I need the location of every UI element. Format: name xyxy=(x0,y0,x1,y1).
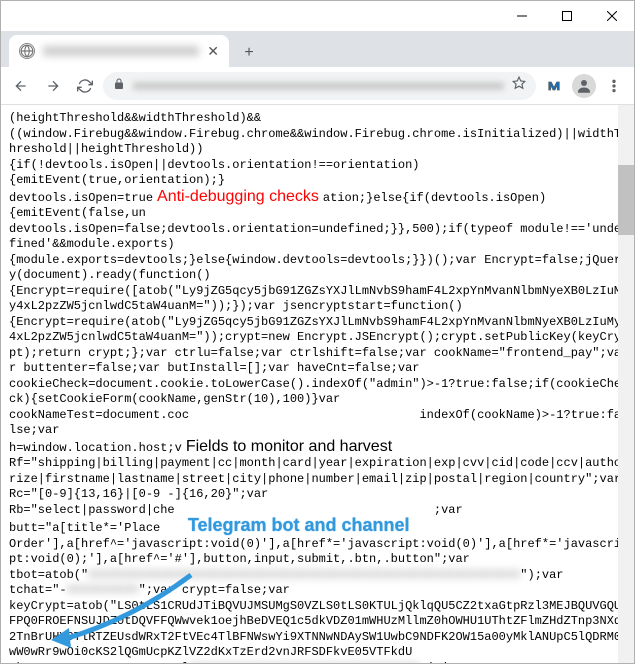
browser-toolbar xyxy=(1,67,634,105)
code-line: cookieCheck=document.cookie.toLowerCase(… xyxy=(9,377,624,408)
code-line: {Encrypt=require([atob("Ly9jZG5qcy5jbG91… xyxy=(9,284,624,315)
bookmark-star-icon[interactable] xyxy=(512,76,526,95)
code-line: tbot=atob("XXXXXXXXXXXXXXXXXXXXXXXXXXXXX… xyxy=(9,568,624,584)
code-line: devtools.isOpen=trueAnti-debugging check… xyxy=(9,189,624,207)
code-line: {emitEvent(true,orientation);} xyxy=(9,173,624,189)
code-line: (heightThreshold&&widthThreshold)&& xyxy=(9,111,624,127)
page-content: (heightThreshold&&widthThreshold)&& ((wi… xyxy=(1,105,634,663)
tab-title xyxy=(43,46,199,56)
window-titlebar xyxy=(1,1,634,31)
globe-icon xyxy=(19,43,35,59)
window-close-button[interactable] xyxy=(589,1,634,31)
malwarebytes-extension-icon[interactable] xyxy=(540,72,568,100)
annotation-anti-debugging: Anti-debugging checks xyxy=(153,188,323,205)
redacted-bot-token: XXXXXXXXXXXXXXXXXXXXXXXXXXXXXXXXXXXXXXXX… xyxy=(88,568,520,582)
annotation-fields-monitor: Fields to monitor and harvest xyxy=(182,438,396,455)
code-line: Order'],a[href^='javascript:void(0)'],a[… xyxy=(9,537,624,568)
code-line: butt="a[title*='Place Telegram bot and c… xyxy=(9,518,624,537)
telegram-arrow-annotation xyxy=(51,610,201,663)
forward-button[interactable] xyxy=(39,72,67,100)
code-line: h=window.location.host;vFields to monito… xyxy=(9,439,624,457)
browser-tab[interactable]: ✕ xyxy=(9,35,229,67)
scrollbar-thumb[interactable] xyxy=(618,165,634,235)
code-line: {if(!devtools.isOpen||devtools.orientati… xyxy=(9,158,624,174)
code-line: devtools.isOpen=false;devtools.orientati… xyxy=(9,222,624,253)
profile-avatar-button[interactable] xyxy=(572,74,596,98)
tab-strip: ✕ + xyxy=(1,31,634,67)
reload-button[interactable] xyxy=(71,72,99,100)
tab-close-button[interactable]: ✕ xyxy=(207,43,219,60)
code-line: {Encrypt=require(atob("Ly9jZG5qcy5jbG91Z… xyxy=(9,315,624,377)
browser-window: ✕ + (heightThreshold&&widthThreshold)&& … xyxy=(0,0,635,664)
code-line: Rf="shipping|billing|payment|cc|month|ca… xyxy=(9,456,624,503)
back-button[interactable] xyxy=(7,72,35,100)
window-maximize-button[interactable] xyxy=(544,1,589,31)
code-line: {module.exports=devtools;}else{window.de… xyxy=(9,253,624,284)
new-tab-button[interactable]: + xyxy=(235,39,263,67)
code-line: ((window.Firebug&&window.Firebug.chrome&… xyxy=(9,127,624,158)
vertical-scrollbar[interactable] xyxy=(618,105,634,663)
redacted-chat-id: XXXXXXXXXX xyxy=(67,583,139,597)
menu-kebab-icon[interactable] xyxy=(600,72,628,100)
code-line: cookNameTest=document.coc indexOf(cookNa… xyxy=(9,408,624,439)
address-bar[interactable] xyxy=(103,72,536,100)
url-text xyxy=(133,82,504,90)
lock-icon xyxy=(113,77,125,95)
code-line: tchat="-XXXXXXXXXX";var crypt=false;var xyxy=(9,583,624,599)
window-minimize-button[interactable] xyxy=(499,1,544,31)
redacted-key-fragment: XXXXXXXXXXXXXXXXXXXXXXXXXXXXXXXX xyxy=(189,661,419,664)
code-line: {emitEvent(false,un xyxy=(9,206,624,222)
annotation-telegram: Telegram bot and channel xyxy=(182,515,416,535)
